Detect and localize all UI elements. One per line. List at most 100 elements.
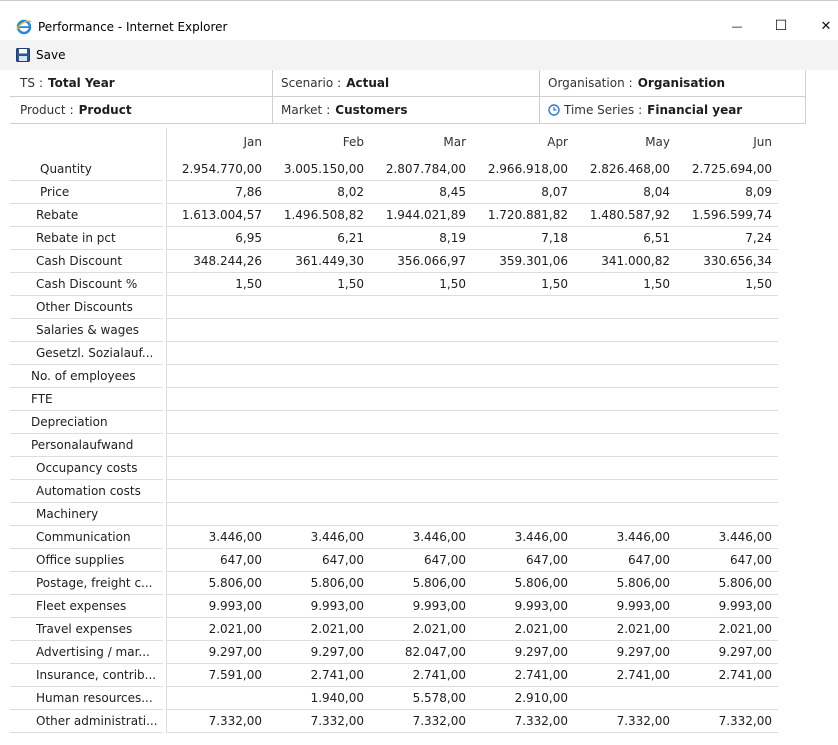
grid-cell[interactable]: 9.297,00 bbox=[574, 641, 676, 664]
grid-cell[interactable] bbox=[472, 319, 574, 342]
grid-cell[interactable]: 2.021,00 bbox=[472, 618, 574, 641]
grid-cell[interactable]: 82.047,00 bbox=[370, 641, 472, 664]
row-label[interactable]: Other administrati... bbox=[10, 710, 163, 733]
grid-cell[interactable] bbox=[268, 296, 370, 319]
grid-cell[interactable]: 2.741,00 bbox=[370, 664, 472, 687]
grid-cell[interactable]: 5.806,00 bbox=[676, 572, 778, 595]
row-label[interactable]: Personalaufwand bbox=[10, 434, 163, 457]
scenario-selector[interactable]: Scenario : Actual bbox=[273, 70, 540, 97]
grid-cell[interactable]: 8,07 bbox=[472, 181, 574, 204]
grid-cell[interactable] bbox=[370, 319, 472, 342]
grid-cell[interactable]: 3.446,00 bbox=[268, 526, 370, 549]
grid-cell[interactable] bbox=[370, 411, 472, 434]
grid-cell[interactable]: 1,50 bbox=[370, 273, 472, 296]
grid-cell[interactable] bbox=[472, 411, 574, 434]
ts-selector[interactable]: TS : Total Year bbox=[10, 70, 273, 97]
grid-cell[interactable]: 8,45 bbox=[370, 181, 472, 204]
grid-cell[interactable] bbox=[472, 365, 574, 388]
grid-cell[interactable]: 2.725.694,00 bbox=[676, 158, 778, 181]
grid-cell[interactable]: 2.910,00 bbox=[472, 687, 574, 710]
grid-cell[interactable]: 359.301,06 bbox=[472, 250, 574, 273]
grid-cell[interactable] bbox=[574, 411, 676, 434]
row-label[interactable]: Occupancy costs bbox=[10, 457, 163, 480]
grid-cell[interactable] bbox=[676, 480, 778, 503]
grid-cell[interactable] bbox=[472, 296, 574, 319]
row-label[interactable]: Insurance, contrib... bbox=[10, 664, 163, 687]
grid-cell[interactable] bbox=[268, 365, 370, 388]
grid-cell[interactable]: 2.021,00 bbox=[676, 618, 778, 641]
grid-cell[interactable] bbox=[166, 434, 268, 457]
row-label[interactable]: Depreciation bbox=[10, 411, 163, 434]
row-label[interactable]: Automation costs bbox=[10, 480, 163, 503]
grid-cell[interactable] bbox=[370, 365, 472, 388]
grid-cell[interactable]: 9.993,00 bbox=[472, 595, 574, 618]
grid-cell[interactable] bbox=[676, 411, 778, 434]
grid-cell[interactable] bbox=[370, 503, 472, 526]
grid-cell[interactable]: 1.944.021,89 bbox=[370, 204, 472, 227]
grid-cell[interactable] bbox=[166, 411, 268, 434]
grid-cell[interactable]: 7,24 bbox=[676, 227, 778, 250]
grid-cell[interactable]: 5.578,00 bbox=[370, 687, 472, 710]
grid-cell[interactable] bbox=[676, 342, 778, 365]
grid-cell[interactable] bbox=[370, 388, 472, 411]
grid-cell[interactable] bbox=[676, 319, 778, 342]
grid-cell[interactable]: 647,00 bbox=[268, 549, 370, 572]
row-label[interactable]: Rebate bbox=[10, 204, 163, 227]
grid-cell[interactable]: 647,00 bbox=[676, 549, 778, 572]
grid-cell[interactable]: 2.021,00 bbox=[574, 618, 676, 641]
grid-cell[interactable] bbox=[166, 319, 268, 342]
grid-cell[interactable]: 7.332,00 bbox=[574, 710, 676, 733]
row-label[interactable]: Travel expenses bbox=[10, 618, 163, 641]
minimize-button[interactable]: — bbox=[722, 15, 752, 37]
row-label[interactable]: Cash Discount % bbox=[10, 273, 163, 296]
grid-cell[interactable]: 3.005.150,00 bbox=[268, 158, 370, 181]
row-label[interactable]: Salaries & wages bbox=[10, 319, 163, 342]
grid-cell[interactable]: 2.741,00 bbox=[472, 664, 574, 687]
grid-cell[interactable]: 8,04 bbox=[574, 181, 676, 204]
grid-cell[interactable]: 3.446,00 bbox=[676, 526, 778, 549]
grid-cell[interactable]: 341.000,82 bbox=[574, 250, 676, 273]
grid-cell[interactable]: 1,50 bbox=[268, 273, 370, 296]
grid-cell[interactable] bbox=[574, 388, 676, 411]
grid-cell[interactable] bbox=[268, 434, 370, 457]
grid-cell[interactable] bbox=[268, 388, 370, 411]
grid-cell[interactable] bbox=[574, 342, 676, 365]
row-label[interactable]: No. of employees bbox=[10, 365, 163, 388]
grid-cell[interactable] bbox=[676, 434, 778, 457]
row-label[interactable]: FTE bbox=[10, 388, 163, 411]
row-label[interactable]: Cash Discount bbox=[10, 250, 163, 273]
grid-cell[interactable] bbox=[676, 365, 778, 388]
grid-cell[interactable]: 9.993,00 bbox=[676, 595, 778, 618]
grid-cell[interactable]: 9.297,00 bbox=[472, 641, 574, 664]
grid-cell[interactable]: 3.446,00 bbox=[370, 526, 472, 549]
grid-cell[interactable]: 1,50 bbox=[472, 273, 574, 296]
grid-cell[interactable] bbox=[370, 457, 472, 480]
save-button[interactable]: Save bbox=[16, 46, 65, 64]
grid-cell[interactable]: 1.596.599,74 bbox=[676, 204, 778, 227]
grid-cell[interactable] bbox=[268, 319, 370, 342]
grid-cell[interactable] bbox=[268, 457, 370, 480]
maximize-button[interactable]: ☐ bbox=[766, 15, 796, 37]
row-label[interactable]: Rebate in pct bbox=[10, 227, 163, 250]
grid-cell[interactable]: 2.966.918,00 bbox=[472, 158, 574, 181]
grid-cell[interactable] bbox=[166, 503, 268, 526]
grid-cell[interactable]: 7.591,00 bbox=[166, 664, 268, 687]
grid-cell[interactable] bbox=[268, 342, 370, 365]
grid-cell[interactable] bbox=[676, 457, 778, 480]
close-button[interactable]: ✕ bbox=[811, 15, 838, 37]
grid-cell[interactable] bbox=[166, 342, 268, 365]
row-label[interactable]: Human resources... bbox=[10, 687, 163, 710]
grid-cell[interactable] bbox=[676, 388, 778, 411]
grid-cell[interactable]: 6,51 bbox=[574, 227, 676, 250]
grid-cell[interactable] bbox=[574, 480, 676, 503]
grid-cell[interactable]: 3.446,00 bbox=[166, 526, 268, 549]
grid-cell[interactable] bbox=[166, 388, 268, 411]
grid-cell[interactable]: 9.297,00 bbox=[166, 641, 268, 664]
grid-cell[interactable] bbox=[472, 434, 574, 457]
grid-cell[interactable]: 5.806,00 bbox=[370, 572, 472, 595]
grid-cell[interactable] bbox=[370, 434, 472, 457]
grid-cell[interactable]: 5.806,00 bbox=[574, 572, 676, 595]
grid-cell[interactable]: 1.480.587,92 bbox=[574, 204, 676, 227]
grid-cell[interactable]: 1.940,00 bbox=[268, 687, 370, 710]
grid-cell[interactable] bbox=[676, 296, 778, 319]
